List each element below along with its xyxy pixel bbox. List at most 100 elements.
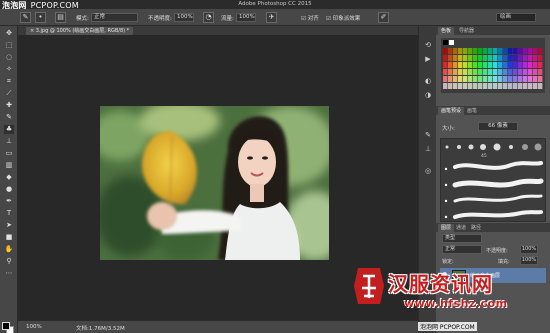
color-swatch[interactable] <box>488 62 493 68</box>
eraser-tool-icon[interactable]: ▭ <box>4 149 14 158</box>
color-swatch[interactable] <box>453 48 458 54</box>
tab-brush-presets[interactable]: 画笔预设 <box>438 107 465 115</box>
color-swatch[interactable] <box>483 69 488 75</box>
marquee-tool-icon[interactable]: ⬚ <box>4 41 14 50</box>
color-swatch[interactable] <box>483 83 488 89</box>
color-swatch[interactable] <box>523 55 528 61</box>
move-tool-icon[interactable]: ✥ <box>4 29 14 38</box>
zoom-tool-icon[interactable]: ⚲ <box>4 257 14 266</box>
foreground-color-swatch[interactable] <box>2 322 10 330</box>
zoom-level[interactable]: 100% <box>26 324 42 330</box>
more-tools-icon[interactable]: ⋯ <box>4 269 14 278</box>
color-swatch[interactable] <box>473 69 478 75</box>
color-swatch[interactable] <box>443 55 448 61</box>
color-swatch[interactable] <box>463 83 468 89</box>
layer-opacity-input[interactable]: 100% <box>520 245 538 254</box>
color-swatch[interactable] <box>453 55 458 61</box>
color-swatch[interactable] <box>463 48 468 54</box>
color-swatch[interactable] <box>453 69 458 75</box>
color-swatch[interactable] <box>468 83 473 89</box>
channels-panel-icon[interactable]: ◎ <box>423 166 433 176</box>
color-swatch[interactable] <box>478 55 483 61</box>
color-swatch[interactable] <box>518 69 523 75</box>
color-swatch[interactable] <box>533 55 538 61</box>
color-swatch[interactable] <box>478 83 483 89</box>
color-swatch[interactable] <box>523 83 528 89</box>
color-swatch[interactable] <box>513 76 518 82</box>
color-swatch[interactable] <box>468 62 473 68</box>
actions-panel-icon[interactable]: ▶ <box>423 54 433 64</box>
color-swatch[interactable] <box>538 76 543 82</box>
color-swatch[interactable] <box>448 55 453 61</box>
path-select-tool-icon[interactable]: ➤ <box>4 221 14 230</box>
color-swatch[interactable] <box>483 76 488 82</box>
color-swatch[interactable] <box>508 48 513 54</box>
color-swatch[interactable] <box>503 83 508 89</box>
color-swatch[interactable] <box>518 62 523 68</box>
color-swatch[interactable] <box>453 62 458 68</box>
eyedropper-tool-icon[interactable]: ⟋ <box>4 89 14 98</box>
blur-tool-icon[interactable]: ◆ <box>4 173 14 182</box>
color-swatch[interactable] <box>533 69 538 75</box>
color-swatch[interactable] <box>458 76 463 82</box>
clone-source-panel-icon[interactable]: ⊥ <box>423 144 433 154</box>
color-swatch[interactable] <box>498 83 503 89</box>
color-swatch[interactable] <box>493 76 498 82</box>
color-swatch[interactable] <box>533 83 538 89</box>
color-swatch[interactable] <box>483 62 488 68</box>
color-swatch[interactable] <box>443 62 448 68</box>
color-swatch[interactable] <box>478 48 483 54</box>
color-swatch[interactable] <box>488 69 493 75</box>
color-swatch[interactable] <box>478 69 483 75</box>
document-tab[interactable]: × 3.jpg @ 100% (绘画交白画层, RGB/8) * <box>26 27 134 35</box>
color-swatch[interactable] <box>508 55 513 61</box>
color-swatch[interactable] <box>493 69 498 75</box>
gradient-tool-icon[interactable]: ▥ <box>4 161 14 170</box>
align-checkbox[interactable]: ☑ 对齐 <box>301 14 319 22</box>
color-swatch[interactable] <box>528 48 533 54</box>
color-swatch[interactable] <box>513 48 518 54</box>
opacity-input[interactable]: 100% <box>174 13 194 22</box>
color-swatch[interactable] <box>528 69 533 75</box>
color-swatch[interactable] <box>493 48 498 54</box>
brush-preset-list[interactable]: 45 <box>440 138 546 222</box>
color-swatch[interactable] <box>508 76 513 82</box>
color-swatch[interactable] <box>488 55 493 61</box>
color-swatch[interactable] <box>538 83 543 89</box>
color-swatch[interactable] <box>538 55 543 61</box>
color-swatch[interactable] <box>488 76 493 82</box>
tab-swatches[interactable]: 色板 <box>438 27 455 35</box>
color-swatch[interactable] <box>508 62 513 68</box>
layer-filter-select[interactable]: 类型 <box>442 234 482 243</box>
color-swatch[interactable] <box>473 83 478 89</box>
color-swatch[interactable] <box>523 69 528 75</box>
toggle-brush-panel-icon[interactable]: ▤ <box>55 12 66 23</box>
color-swatch[interactable] <box>498 69 503 75</box>
color-swatch[interactable] <box>443 83 448 89</box>
lasso-tool-icon[interactable]: ◌ <box>4 53 14 62</box>
color-swatch[interactable] <box>468 55 473 61</box>
tab-navigator[interactable]: 导航器 <box>456 27 477 35</box>
sample-checkbox[interactable]: ☑ 印象派效果 <box>326 14 360 22</box>
color-swatch[interactable] <box>538 69 543 75</box>
color-swatch[interactable] <box>463 55 468 61</box>
pressure-opacity-icon[interactable]: ◔ <box>203 12 214 23</box>
airbrush-icon[interactable]: ✈ <box>266 12 277 23</box>
color-swatch[interactable] <box>448 83 453 89</box>
blend-mode-select[interactable]: 正常 <box>442 245 482 254</box>
color-swatch[interactable] <box>473 62 478 68</box>
color-swatch[interactable] <box>488 48 493 54</box>
brush-panel-icon[interactable]: ✎ <box>423 130 433 140</box>
color-swatch[interactable] <box>538 62 543 68</box>
color-swatch[interactable] <box>508 69 513 75</box>
color-swatch[interactable] <box>533 48 538 54</box>
brush-tool-preset-icon[interactable]: ✎ <box>20 12 31 23</box>
color-swatch[interactable] <box>533 62 538 68</box>
color-swatch[interactable] <box>448 76 453 82</box>
color-swatch[interactable] <box>503 69 508 75</box>
color-swatch[interactable] <box>483 55 488 61</box>
document-image[interactable] <box>100 106 329 260</box>
color-swatch[interactable] <box>458 62 463 68</box>
dodge-tool-icon[interactable]: ● <box>4 185 14 194</box>
crop-tool-icon[interactable]: ⌗ <box>4 77 14 86</box>
